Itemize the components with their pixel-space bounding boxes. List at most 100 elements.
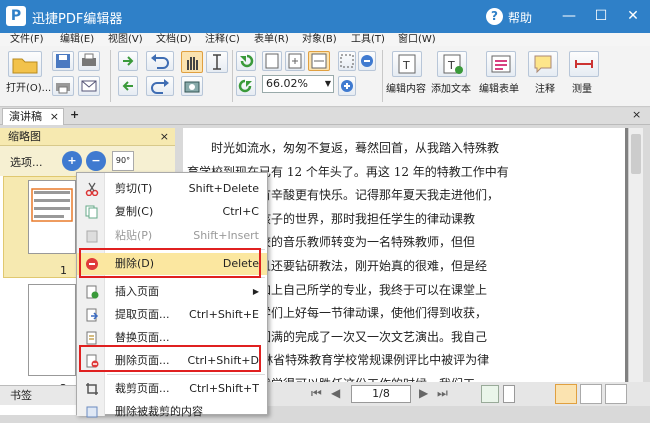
zoom-in-thumbnail-icon[interactable]: + xyxy=(62,151,82,171)
menu-item-crop-pages[interactable]: 裁剪页面... Ctrl+Shift+T xyxy=(77,378,267,400)
actual-size-icon[interactable] xyxy=(262,51,282,71)
toolbar-separator xyxy=(110,50,111,102)
open-folder-icon[interactable] xyxy=(8,51,42,77)
menu-bar: 文件(F) 编辑(E) 视图(V) 文档(D) 注释(C) 表单(R) 对象(B… xyxy=(0,33,650,46)
close-panel-icon[interactable]: × xyxy=(160,128,169,146)
rotate-left-icon[interactable] xyxy=(236,51,256,71)
zoom-out-icon[interactable] xyxy=(358,51,376,71)
import-icon[interactable] xyxy=(118,51,138,71)
menu-item-extract-pages[interactable]: 提取页面... Ctrl+Shift+E xyxy=(77,304,267,326)
context-menu: 剪切(T) Shift+Delete 复制(C) Ctrl+C 粘贴(P) Sh… xyxy=(76,172,268,418)
tab-document[interactable]: 演讲稿 × xyxy=(2,108,64,125)
menu-item-shortcut: Ctrl+Shift+T xyxy=(189,382,259,395)
menu-document[interactable]: 文档(D) xyxy=(156,33,192,46)
menu-comment[interactable]: 注释(C) xyxy=(205,33,240,46)
fit-page-icon[interactable] xyxy=(285,51,305,71)
scroll-thumb[interactable] xyxy=(631,134,641,174)
continuous-view-icon[interactable] xyxy=(605,384,627,404)
menu-item-label: 复制(C) xyxy=(115,205,154,218)
svg-text:T: T xyxy=(402,59,410,72)
menu-item-cut[interactable]: 剪切(T) Shift+Delete xyxy=(77,178,267,200)
close-document-icon[interactable]: × xyxy=(632,108,641,121)
go-back-icon[interactable] xyxy=(481,385,499,403)
select-text-icon[interactable] xyxy=(206,51,228,73)
zoom-in-icon[interactable] xyxy=(338,76,356,96)
menu-item-shortcut: Shift+Delete xyxy=(188,182,259,195)
copy-icon xyxy=(85,205,98,219)
redo-icon[interactable] xyxy=(146,76,174,96)
edit-content-icon[interactable]: T xyxy=(392,51,422,77)
menu-form[interactable]: 表单(R) xyxy=(254,33,289,46)
edit-form-label[interactable]: 编辑表单 xyxy=(479,80,519,95)
annotate-icon[interactable] xyxy=(528,51,558,77)
replace-page-icon xyxy=(86,331,97,345)
crop-icon xyxy=(86,383,98,395)
menu-object[interactable]: 对象(B) xyxy=(302,33,337,46)
maximize-button[interactable]: ☐ xyxy=(588,4,614,28)
annotate-label[interactable]: 注释 xyxy=(535,80,555,95)
measure-icon[interactable] xyxy=(569,51,599,77)
thumbnail-page-number: 1 xyxy=(60,264,67,277)
hand-tool-icon[interactable] xyxy=(181,51,203,73)
menu-tools[interactable]: 工具(T) xyxy=(351,33,385,46)
last-page-icon[interactable]: ⏭ xyxy=(437,386,448,401)
prev-page-icon[interactable]: ◀ xyxy=(331,386,340,400)
open-button-label[interactable]: 打开(O)... xyxy=(6,79,51,94)
help-icon[interactable]: ? xyxy=(486,8,503,25)
printer-icon[interactable] xyxy=(78,51,100,71)
edit-content-label[interactable]: 编辑内容 xyxy=(386,80,426,95)
single-page-view-icon[interactable] xyxy=(555,384,577,404)
menu-view[interactable]: 视图(V) xyxy=(108,33,143,46)
menu-file[interactable]: 文件(F) xyxy=(10,33,44,46)
page-number-input[interactable]: 1/8 xyxy=(351,385,411,403)
zoom-out-thumbnail-icon[interactable]: − xyxy=(86,151,106,171)
first-page-icon[interactable]: ⏮ xyxy=(311,386,322,401)
zoom-select[interactable]: 66.02% ▼ xyxy=(262,75,334,93)
save-icon[interactable] xyxy=(52,51,74,71)
title-bar: P 迅捷PDF编辑器 ? 帮助 — ☐ ✕ xyxy=(0,0,650,33)
thumbnail-page-1[interactable] xyxy=(28,180,76,254)
view-dropdown-icon[interactable] xyxy=(503,385,515,403)
app-logo: P xyxy=(6,6,26,26)
rotate-right-icon[interactable] xyxy=(236,76,256,96)
fit-width-icon[interactable] xyxy=(308,51,330,71)
thumbnail-page-2[interactable] xyxy=(28,284,76,376)
menu-item-shortcut: Ctrl+Shift+E xyxy=(189,308,259,321)
menu-item-copy[interactable]: 复制(C) Ctrl+C xyxy=(77,201,267,223)
next-page-icon[interactable]: ▶ xyxy=(419,386,428,400)
bookmarks-label: 书签 xyxy=(10,389,32,402)
menu-item-label: 裁剪页面... xyxy=(115,382,170,395)
menu-item-shortcut: Ctrl+C xyxy=(222,205,259,218)
snapshot-icon[interactable] xyxy=(181,76,203,96)
edit-form-icon[interactable] xyxy=(486,51,516,77)
add-text-label[interactable]: 添加文本 xyxy=(431,80,471,95)
menu-item-insert-pages[interactable]: 插入页面 ▶ xyxy=(77,281,267,303)
help-label[interactable]: 帮助 xyxy=(508,9,532,26)
print-icon[interactable] xyxy=(52,76,74,96)
menu-item-label: 粘贴(P) xyxy=(115,229,153,242)
close-button[interactable]: ✕ xyxy=(620,4,646,28)
delete-cropped-icon xyxy=(86,406,98,418)
close-tab-icon[interactable]: × xyxy=(50,109,59,125)
paste-icon xyxy=(86,230,98,243)
email-icon[interactable] xyxy=(78,76,100,96)
document-scrollbar[interactable] xyxy=(628,128,643,382)
add-text-icon[interactable]: T xyxy=(437,51,467,77)
chevron-down-icon: ▼ xyxy=(324,79,331,88)
menu-item-delete-cropped[interactable]: 删除被裁剪的内容 xyxy=(77,401,267,423)
minimize-button[interactable]: — xyxy=(556,4,582,28)
menu-edit[interactable]: 编辑(E) xyxy=(60,33,94,46)
menu-item-paste[interactable]: 粘贴(P) Shift+Insert xyxy=(77,225,267,247)
measure-label[interactable]: 测量 xyxy=(572,80,592,95)
export-icon[interactable] xyxy=(118,76,138,96)
page-indicator: 1/8 xyxy=(372,387,390,400)
menu-window[interactable]: 窗口(W) xyxy=(398,33,436,46)
two-page-view-icon[interactable] xyxy=(580,384,602,404)
undo-icon[interactable] xyxy=(146,51,174,71)
options-menu[interactable]: 选项... xyxy=(10,154,43,170)
menu-item-label: 插入页面 xyxy=(115,285,159,298)
rotate-thumbnail-button[interactable]: 90° xyxy=(112,151,134,171)
marquee-zoom-icon[interactable] xyxy=(338,51,356,71)
menu-item-label: 剪切(T) xyxy=(115,182,153,195)
add-tab-icon[interactable]: + xyxy=(70,108,79,121)
